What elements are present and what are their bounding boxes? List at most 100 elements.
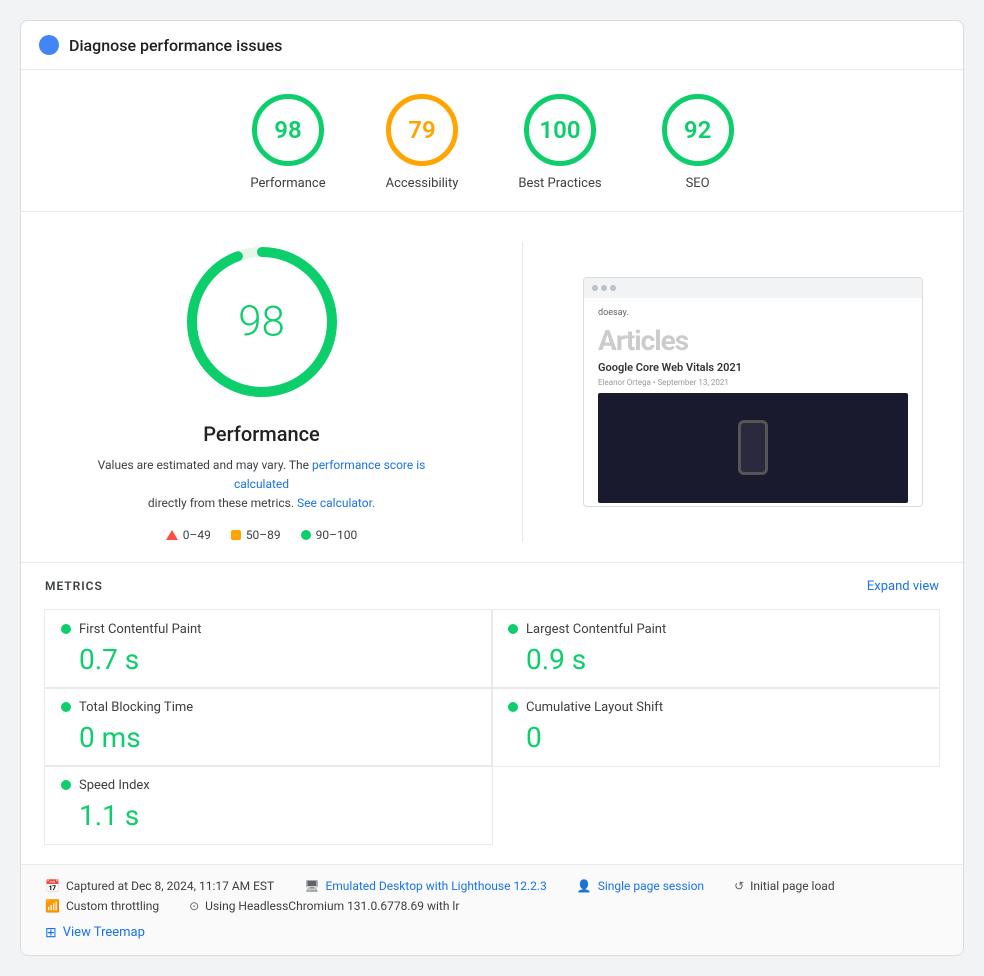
metrics-section: METRICS Expand view First Contentful Pai… <box>21 563 963 864</box>
score-seo[interactable]: 92 SEO <box>662 94 734 191</box>
metric-tbt-dot <box>61 702 71 712</box>
screenshot-dot3 <box>610 285 616 291</box>
header-title: Diagnose performance issues <box>69 36 282 55</box>
score-performance[interactable]: 98 Performance <box>250 94 325 191</box>
score-label-best-practices: Best Practices <box>518 176 601 191</box>
footer-section: 📅 Captured at Dec 8, 2024, 11:17 AM EST … <box>21 864 963 955</box>
footer-initial-load: ↺ Initial page load <box>734 879 835 893</box>
footer-captured-text: Captured at Dec 8, 2024, 11:17 AM EST <box>66 879 274 893</box>
footer-device: 🖥 Emulated Desktop with Lighthouse 12.2.… <box>304 879 547 893</box>
footer-throttling: 📶 Custom throttling <box>45 899 159 913</box>
metric-lcp: Largest Contentful Paint 0.9 s <box>491 609 940 689</box>
view-treemap-label: View Treemap <box>63 925 145 940</box>
header: Diagnose performance issues <box>21 21 963 70</box>
metrics-grid: First Contentful Paint 0.7 s Largest Con… <box>45 610 939 844</box>
see-calculator-link[interactable]: See calculator. <box>297 496 375 510</box>
expand-view-button[interactable]: Expand view <box>867 579 939 594</box>
score-circle-performance: 98 <box>252 94 324 166</box>
metric-si-dot <box>61 780 71 790</box>
metric-fcp-header: First Contentful Paint <box>61 622 476 637</box>
perf-desc-text1: Values are estimated and may vary. The <box>98 458 309 472</box>
perf-left: 98 Performance Values are estimated and … <box>61 242 462 542</box>
legend-square-icon <box>231 530 241 540</box>
metric-fcp-value: 0.7 s <box>61 643 476 676</box>
scores-section: 98 Performance 79 Accessibility 100 Best… <box>21 70 963 212</box>
footer-initial-load-text: Initial page load <box>750 879 834 893</box>
monitor-icon: 🖥 <box>304 879 319 893</box>
main-content: 98 Performance Values are estimated and … <box>21 212 963 563</box>
legend-medium-range: 50–89 <box>246 528 281 542</box>
footer-info: 📅 Captured at Dec 8, 2024, 11:17 AM EST … <box>45 879 939 913</box>
screenshot-article-title: Google Core Web Vitals 2021 <box>598 361 908 374</box>
perf-right: doesay. Articles Google Core Web Vitals … <box>583 242 923 542</box>
metric-si-name: Speed Index <box>79 778 150 793</box>
footer-session-link[interactable]: Single page session <box>598 879 704 893</box>
chrome-icon: ⊙ <box>189 899 199 913</box>
treemap-icon: ⊞ <box>45 925 57 941</box>
metric-fcp-name: First Contentful Paint <box>79 622 201 637</box>
legend-item-medium: 50–89 <box>231 528 281 542</box>
screenshot-content: doesay. Articles Google Core Web Vitals … <box>584 298 922 506</box>
legend-dot-icon <box>301 530 311 540</box>
score-label-accessibility: Accessibility <box>386 176 459 191</box>
screenshot-image <box>598 393 908 503</box>
metric-fcp-dot <box>61 624 71 634</box>
metric-cls-name: Cumulative Layout Shift <box>526 700 663 715</box>
legend-item-bad: 0–49 <box>166 528 211 542</box>
metric-si: Speed Index 1.1 s <box>44 765 493 845</box>
metric-lcp-value: 0.9 s <box>508 643 923 676</box>
score-best-practices[interactable]: 100 Best Practices <box>518 94 601 191</box>
legend-bad-range: 0–49 <box>183 528 211 542</box>
refresh-icon: ↺ <box>734 879 744 893</box>
metric-cls-header: Cumulative Layout Shift <box>508 700 923 715</box>
metric-si-header: Speed Index <box>61 778 476 793</box>
view-treemap-button[interactable]: ⊞ View Treemap <box>45 925 939 941</box>
metrics-title: METRICS <box>45 579 103 593</box>
footer-throttling-text: Custom throttling <box>66 899 159 913</box>
legend-triangle-icon <box>166 530 178 540</box>
metric-si-value: 1.1 s <box>61 799 476 832</box>
vertical-divider <box>522 242 523 542</box>
header-icon <box>39 35 59 55</box>
metric-cls: Cumulative Layout Shift 0 <box>491 687 940 767</box>
screenshot-topbar <box>584 278 922 298</box>
score-label-seo: SEO <box>686 176 710 191</box>
legend-item-good: 90–100 <box>301 528 358 542</box>
footer-browser-text: Using HeadlessChromium 131.0.6778.69 wit… <box>205 899 459 913</box>
metric-cls-dot <box>508 702 518 712</box>
perf-desc-text3: directly from these metrics. <box>148 496 294 510</box>
metric-tbt-name: Total Blocking Time <box>79 700 193 715</box>
metric-tbt-value: 0 ms <box>61 721 476 754</box>
perf-title: Performance <box>203 422 320 446</box>
metric-lcp-dot <box>508 624 518 634</box>
big-score-circle: 98 <box>182 242 342 402</box>
metric-cls-value: 0 <box>508 721 923 754</box>
perf-description: Values are estimated and may vary. The p… <box>72 456 452 514</box>
metric-tbt-header: Total Blocking Time <box>61 700 476 715</box>
footer-captured: 📅 Captured at Dec 8, 2024, 11:17 AM EST <box>45 879 274 893</box>
metrics-header: METRICS Expand view <box>45 579 939 594</box>
legend: 0–49 50–89 90–100 <box>166 528 358 542</box>
score-circle-seo: 92 <box>662 94 734 166</box>
calendar-icon: 📅 <box>45 879 60 893</box>
screenshot-dot2 <box>601 285 607 291</box>
footer-device-link[interactable]: Emulated Desktop with Lighthouse 12.2.3 <box>325 879 546 893</box>
metric-fcp: First Contentful Paint 0.7 s <box>44 609 493 689</box>
person-icon: 👤 <box>577 879 592 893</box>
screenshot-site: doesay. <box>598 308 908 318</box>
footer-browser: ⊙ Using HeadlessChromium 131.0.6778.69 w… <box>189 899 459 913</box>
footer-session: 👤 Single page session <box>577 879 704 893</box>
big-score-text: 98 <box>238 298 285 347</box>
score-accessibility[interactable]: 79 Accessibility <box>386 94 459 191</box>
legend-good-range: 90–100 <box>316 528 358 542</box>
main-container: Diagnose performance issues 98 Performan… <box>20 20 964 956</box>
screenshot-preview: doesay. Articles Google Core Web Vitals … <box>583 277 923 507</box>
screenshot-meta: Eleanor Ortega • September 13, 2021 <box>598 378 908 387</box>
screenshot-dot1 <box>592 285 598 291</box>
score-label-performance: Performance <box>250 176 325 191</box>
metric-lcp-header: Largest Contentful Paint <box>508 622 923 637</box>
metric-tbt: Total Blocking Time 0 ms <box>44 687 493 767</box>
screenshot-headline: Articles <box>598 324 908 357</box>
metric-lcp-name: Largest Contentful Paint <box>526 622 666 637</box>
score-circle-best-practices: 100 <box>524 94 596 166</box>
